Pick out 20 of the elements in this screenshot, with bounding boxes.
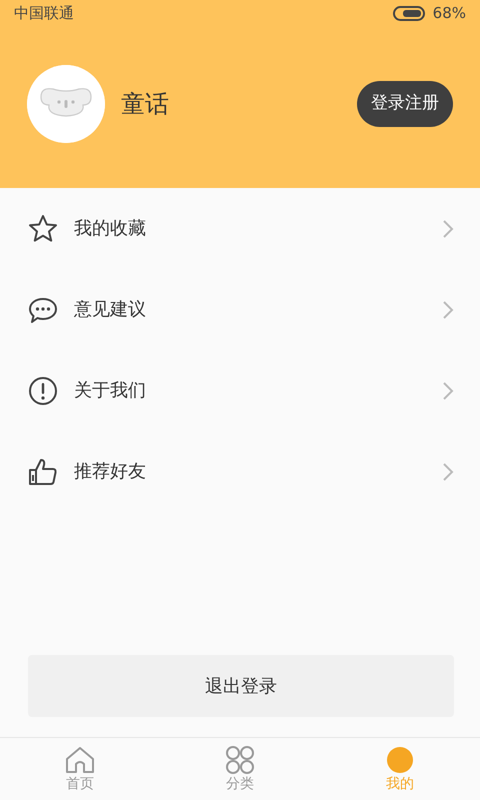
clover-icon [224,746,256,774]
profile-name: 童话 [121,89,169,120]
chevron-right-icon [442,218,454,238]
login-button[interactable]: 登录注册 [357,81,453,127]
battery-icon [392,6,425,20]
chevron-right-icon [442,462,454,482]
menu-label: 意见建议 [74,298,146,322]
star-icon [28,214,58,244]
menu-label: 推荐好友 [74,460,146,484]
logout-button[interactable]: 退出登录 [28,655,454,717]
chevron-right-icon [442,300,454,320]
chevron-right-icon [442,380,454,400]
battery-percent: 68% [432,2,466,24]
info-icon [28,376,58,406]
carrier-text: 中国联通 [14,2,74,24]
menu-label: 我的收藏 [74,217,146,241]
home-icon [64,746,96,774]
menu-label: 关于我们 [74,379,146,403]
avatar-icon [27,65,105,143]
thumbs-up-icon [28,456,58,486]
